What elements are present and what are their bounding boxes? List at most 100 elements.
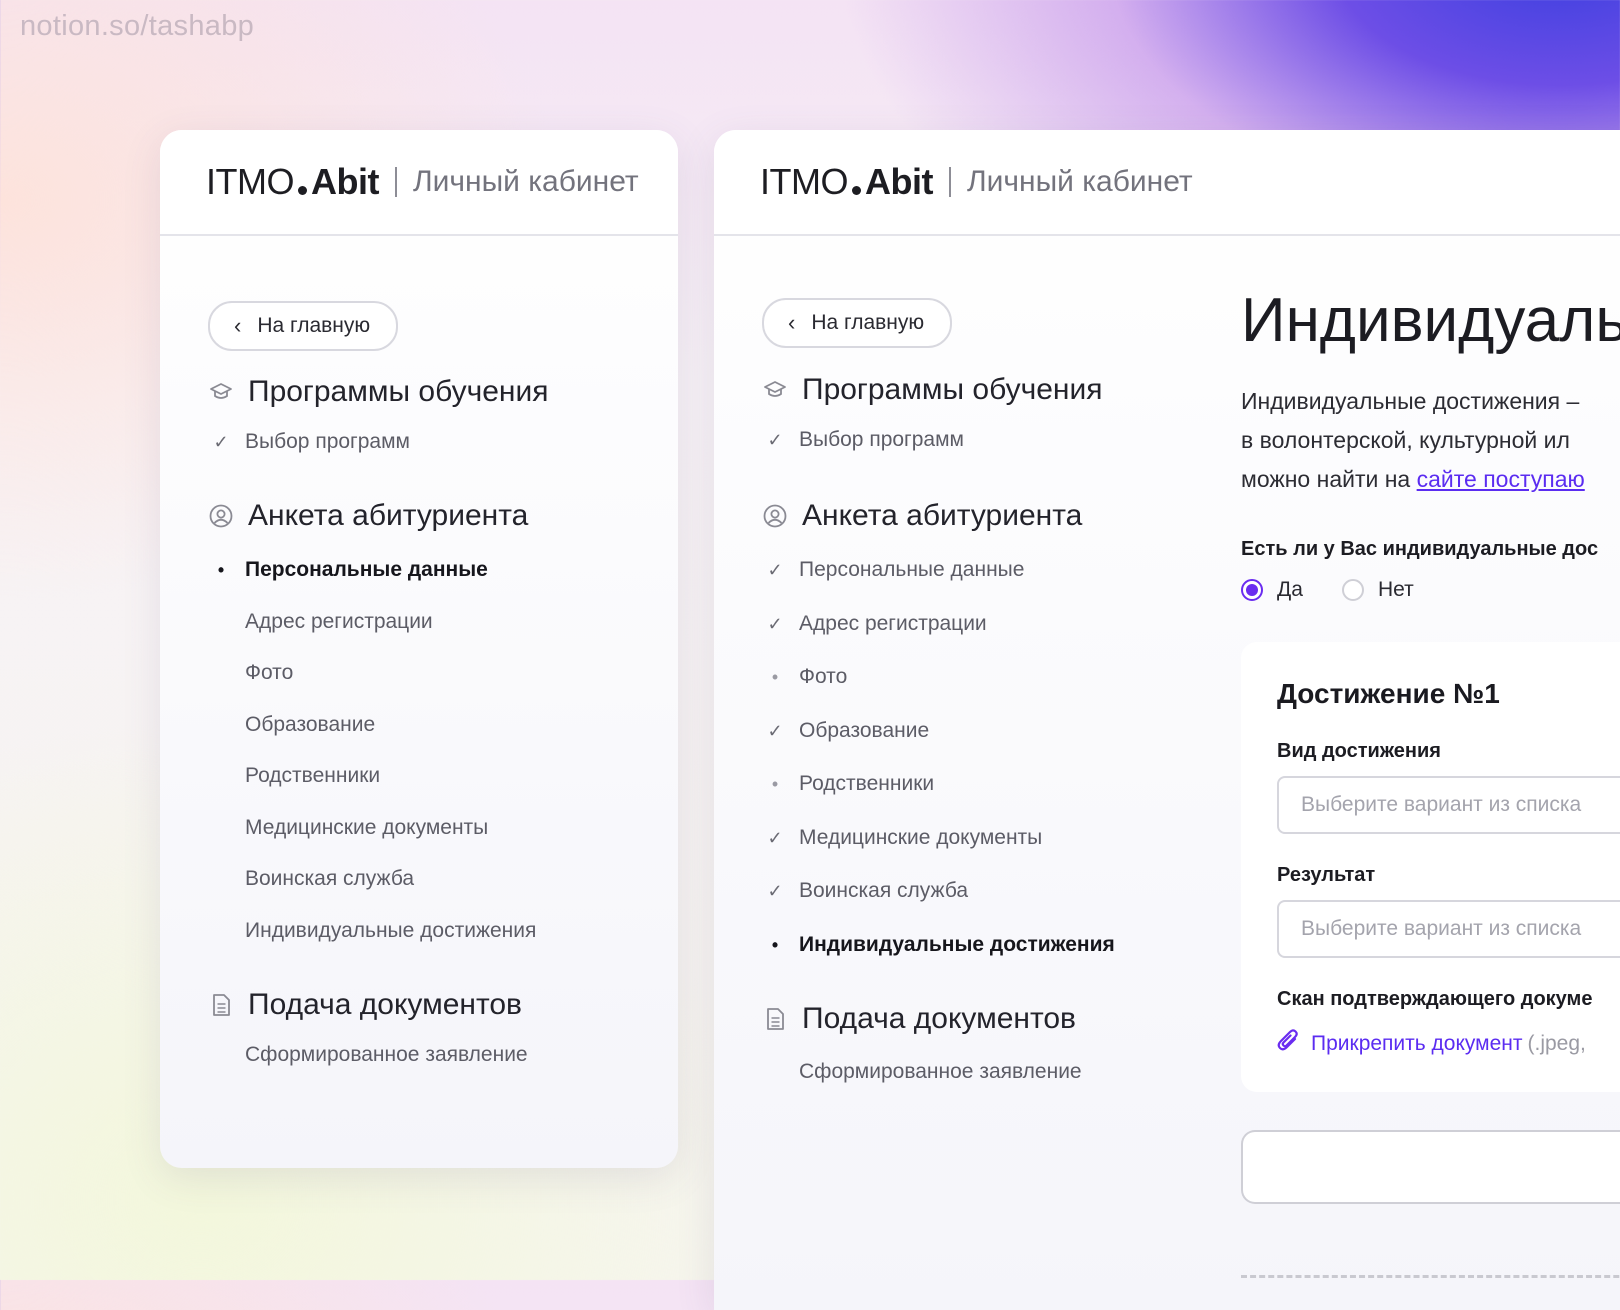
nav-label: Выбор программ: [245, 430, 410, 453]
section-submit: Подача документов: [208, 988, 522, 1022]
nav-item-medical[interactable]: Медицинские документы: [208, 816, 488, 840]
scan-label: Скан подтверждающего докуме: [1277, 988, 1593, 1010]
nav-label: Родственники: [245, 764, 381, 787]
back-label: На главную: [257, 314, 371, 337]
section-programs: Программы обучения: [762, 373, 1102, 407]
user-circle-icon: [762, 503, 788, 529]
check-icon: ✓: [767, 880, 783, 901]
logo-dot: [851, 185, 861, 195]
header: ITMO Abit Личный кабинет: [714, 130, 1620, 236]
logo-itmo: ITMO: [206, 161, 294, 202]
section-submit: Подача документов: [762, 1002, 1076, 1036]
check-icon: ✓: [767, 720, 783, 741]
watermark: notion.so/tashabp: [20, 10, 255, 42]
dashed-divider: [1241, 1275, 1620, 1278]
nav-label: Родственники: [799, 772, 935, 795]
cabinet-label: Личный кабинет: [412, 165, 639, 198]
graduation-cap-icon: [208, 379, 234, 405]
nav-item-relatives[interactable]: • Родственники: [762, 772, 934, 796]
radio-yes[interactable]: Да: [1241, 578, 1303, 602]
radio-circle: [1342, 579, 1364, 601]
cabinet-label: Личный кабинет: [966, 165, 1193, 198]
achievements-question: Есть ли у Вас индивидуальные дос: [1241, 538, 1599, 560]
achievement-card: Достижение №1 Вид достижения Выберите ва…: [1241, 642, 1620, 1092]
nav-item-achievements[interactable]: Индивидуальные достижения: [208, 919, 536, 943]
header: ITMO Abit Личный кабинет: [160, 130, 678, 236]
nav-label: Адрес регистрации: [245, 610, 433, 633]
result-label: Результат: [1277, 864, 1376, 886]
add-achievement-box[interactable]: [1241, 1130, 1620, 1204]
achievement-title: Достижение №1: [1277, 678, 1500, 709]
nav-item-military[interactable]: ✓ Воинская служба: [762, 879, 968, 903]
logo-dot: [297, 185, 307, 195]
nav-item-personal[interactable]: ✓ Персональные данные: [762, 558, 1024, 582]
section-form: Анкета абитуриента: [208, 499, 528, 533]
nav-label: Образование: [799, 719, 930, 742]
check-icon: ✓: [767, 613, 783, 634]
section-submit-label: Подача документов: [248, 988, 522, 1021]
nav-item-photo[interactable]: Фото: [208, 661, 293, 685]
logo-abit: Abit: [310, 161, 379, 202]
intro-line: Индивидуальные достижения –: [1241, 388, 1580, 414]
bullet-icon: •: [771, 773, 779, 794]
type-label: Вид достижения: [1277, 740, 1441, 762]
radio-circle: [1241, 579, 1263, 601]
check-icon: ✓: [213, 431, 229, 452]
chevron-left-icon: ‹: [788, 310, 796, 335]
nav-item-address[interactable]: ✓ Адрес регистрации: [762, 612, 987, 636]
result-select[interactable]: Выберите вариант из списка: [1277, 900, 1620, 958]
section-form-label: Анкета абитуриента: [248, 499, 529, 532]
radio-no[interactable]: Нет: [1342, 578, 1414, 602]
section-programs: Программы обучения: [208, 375, 548, 409]
admission-site-link[interactable]: сайте поступаю: [1417, 466, 1585, 492]
nav-item-choose-programs[interactable]: ✓ Выбор программ: [208, 430, 410, 454]
nav-item-military[interactable]: Воинская служба: [208, 867, 414, 891]
nav-label: Медицинские документы: [245, 816, 489, 839]
section-programs-label: Программы обучения: [802, 373, 1103, 406]
nav-label: Персональные данные: [799, 558, 1025, 581]
nav-item-photo[interactable]: • Фото: [762, 665, 847, 689]
header-divider: [948, 167, 951, 197]
nav-label: Индивидуальные достижения: [799, 933, 1115, 956]
nav-label: Сформированное заявление: [799, 1060, 1082, 1083]
nav-item-education[interactable]: ✓ Образование: [762, 719, 929, 743]
back-label: На главную: [811, 311, 925, 334]
section-programs-label: Программы обучения: [248, 375, 549, 408]
intro-line: в волонтерской, культурной ил: [1241, 427, 1570, 453]
logo[interactable]: ITMO Abit: [206, 161, 379, 203]
attach-document[interactable]: Прикрепить документ (.jpeg,: [1277, 1028, 1586, 1059]
back-to-main-button[interactable]: ‹ На главную: [762, 298, 953, 348]
nav-label: Фото: [245, 661, 294, 684]
nav-label: Фото: [799, 665, 848, 688]
logo[interactable]: ITMO Abit: [760, 161, 933, 203]
nav-item-education[interactable]: Образование: [208, 713, 375, 737]
cabinet-window-left: ITMO Abit Личный кабинет ‹ На главную Про…: [160, 130, 678, 1168]
intro-text: Индивидуальные достижения – в волонтерск…: [1241, 382, 1585, 499]
cabinet-window-right: ITMO Abit Личный кабинет ‹ На главную Про…: [714, 130, 1620, 1310]
back-to-main-button[interactable]: ‹ На главную: [208, 301, 399, 351]
user-circle-icon: [208, 503, 234, 529]
nav-label: Персональные данные: [245, 558, 488, 581]
nav-label: Сформированное заявление: [245, 1043, 528, 1066]
achievement-type-select[interactable]: Выберите вариант из списка: [1277, 776, 1620, 834]
section-submit-label: Подача документов: [802, 1002, 1076, 1035]
nav-item-address[interactable]: Адрес регистрации: [208, 610, 433, 634]
nav-label: Воинская служба: [245, 867, 415, 890]
nav-item-relatives[interactable]: Родственники: [208, 764, 380, 788]
nav-item-medical[interactable]: ✓ Медицинские документы: [762, 826, 1042, 850]
nav-item-application[interactable]: Сформированное заявление: [762, 1060, 1082, 1084]
nav-item-application[interactable]: Сформированное заявление: [208, 1043, 528, 1067]
nav-label: Адрес регистрации: [799, 612, 987, 635]
nav-label: Образование: [245, 713, 376, 736]
attach-document-link[interactable]: Прикрепить документ: [1311, 1032, 1523, 1056]
nav-item-personal[interactable]: • Персональные данные: [208, 558, 488, 582]
intro-line: можно найти на сайте поступаю: [1241, 466, 1585, 492]
nav-item-achievements[interactable]: • Индивидуальные достижения: [762, 933, 1115, 957]
nav-label: Индивидуальные достижения: [245, 919, 537, 942]
attach-extensions: (.jpeg,: [1527, 1031, 1586, 1055]
nav-item-choose-programs[interactable]: ✓ Выбор программ: [762, 428, 964, 452]
logo-itmo: ITMO: [760, 161, 848, 202]
paperclip-icon: [1277, 1028, 1299, 1059]
check-icon: ✓: [767, 429, 783, 450]
document-icon: [208, 992, 234, 1018]
